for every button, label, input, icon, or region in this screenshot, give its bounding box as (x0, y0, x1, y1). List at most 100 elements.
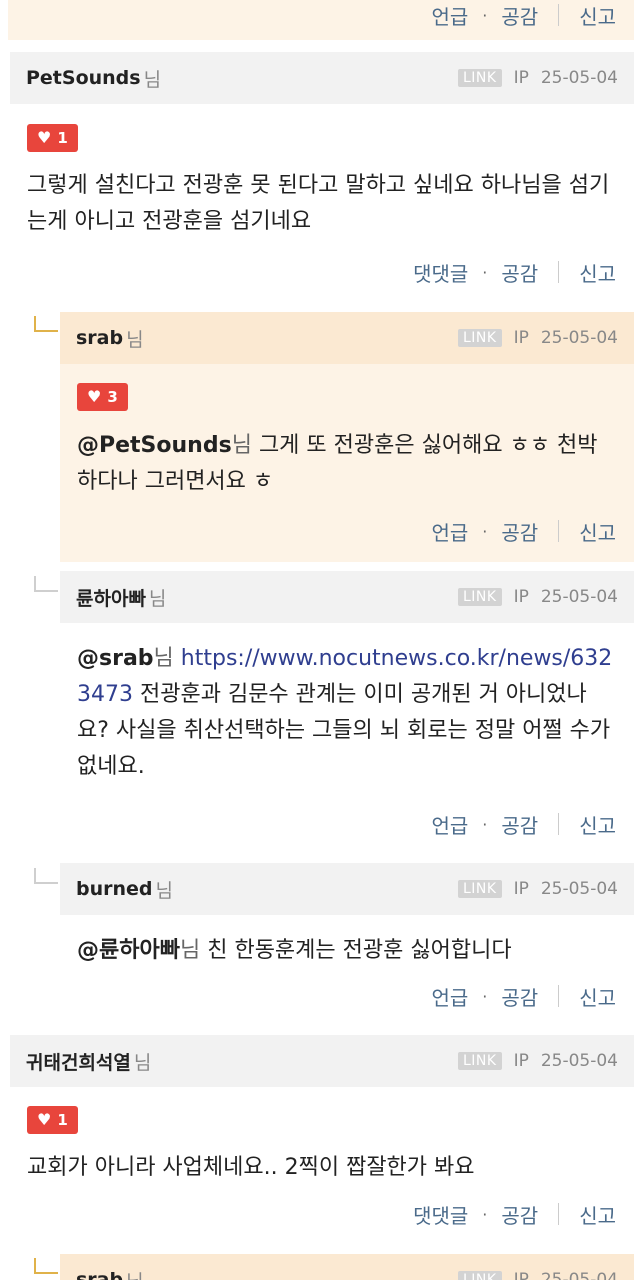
comment-author[interactable]: burned (76, 878, 153, 900)
empathy-button[interactable]: 공감 (501, 517, 538, 546)
mention-button[interactable]: 언급 (431, 810, 468, 839)
ip-label: IP (513, 328, 529, 348)
link-badge[interactable]: LINK (457, 1052, 502, 1070)
ip-label: IP (513, 879, 529, 899)
comment-body: 친 한동훈계는 전광훈 싫어합니다 (207, 938, 512, 963)
link-badge[interactable]: LINK (457, 69, 502, 87)
comment-meta: LINK IP 25-05-04 (457, 1051, 618, 1071)
honorific: 님 (148, 587, 167, 610)
heart-icon: ♥ (87, 387, 102, 406)
empathy-button[interactable]: 공감 (501, 810, 538, 839)
mention[interactable]: @PetSounds (77, 433, 232, 458)
like-count: 3 (107, 388, 118, 406)
link-badge[interactable]: LINK (457, 880, 502, 898)
comment-author[interactable]: 륜하아빠 (76, 584, 146, 611)
comment-meta: LINK IP 25-05-04 (457, 68, 618, 88)
honorific: 님 (231, 433, 252, 458)
empathy-button[interactable]: 공감 (501, 258, 538, 287)
heart-icon: ♥ (37, 1110, 52, 1129)
mention-button[interactable]: 언급 (431, 1, 468, 30)
separator-dot: · (482, 5, 488, 25)
separator-dot: · (482, 814, 488, 834)
comment-actions: 언급 · 공감 신고 (431, 808, 616, 840)
like-badge[interactable]: ♥ 1 (27, 1106, 78, 1134)
heart-icon: ♥ (37, 128, 52, 147)
comment-meta: LINK IP 25-05-04 (457, 1270, 618, 1280)
comment-text: @srab님 https://www.nocutnews.co.kr/news/… (77, 641, 617, 785)
comment-actions: 언급 · 공감 신고 (431, 980, 616, 1012)
comment-actions: 댓댓글 · 공감 신고 (413, 1198, 616, 1230)
divider (558, 520, 560, 542)
comment-text: 교회가 아니라 사업체네요.. 2찍이 짭잘한가 봐요 (27, 1155, 475, 1180)
reply-button[interactable]: 댓댓글 (413, 1200, 468, 1229)
mention[interactable]: @륜하아빠 (77, 938, 180, 963)
divider (558, 813, 560, 835)
divider (558, 4, 560, 26)
link-badge[interactable]: LINK (457, 588, 502, 606)
comment-meta: LINK IP 25-05-04 (457, 328, 618, 348)
honorific: 님 (126, 328, 144, 351)
honorific: 님 (133, 1051, 152, 1074)
reply-connector (34, 1258, 58, 1274)
comment-text: @륜하아빠님 친 한동훈계는 전광훈 싫어합니다 (77, 933, 617, 969)
mention[interactable]: @srab (77, 646, 154, 671)
like-count: 1 (57, 129, 68, 147)
link-badge[interactable]: LINK (457, 329, 502, 347)
comment-body: 전광훈과 김문수 관계는 이미 공개된 거 아니었나요? 사실을 취산선택하는 … (77, 682, 611, 779)
comment-text: 그렇게 설친다고 전광훈 못 된다고 말하고 싶네요 하나님을 섬기는게 아니고… (27, 173, 610, 234)
empathy-button[interactable]: 공감 (501, 1200, 538, 1229)
comment-date: 25-05-04 (540, 1051, 618, 1071)
report-button[interactable]: 신고 (579, 517, 616, 546)
divider (558, 261, 560, 283)
reply-connector (34, 868, 58, 884)
mention-button[interactable]: 언급 (431, 517, 468, 546)
empathy-button[interactable]: 공감 (501, 982, 538, 1011)
link-badge[interactable]: LINK (457, 1271, 502, 1280)
comment-author[interactable]: srab (76, 327, 123, 349)
like-badge[interactable]: ♥ 1 (27, 124, 78, 152)
comment-actions: 언급 · 공감 신고 (431, 515, 616, 547)
ip-label: IP (513, 1051, 529, 1071)
ip-label: IP (513, 587, 529, 607)
empathy-button[interactable]: 공감 (501, 1, 538, 30)
mention-button[interactable]: 언급 (431, 982, 468, 1011)
report-button[interactable]: 신고 (579, 258, 616, 287)
like-count: 1 (57, 1111, 68, 1129)
separator-dot: · (482, 262, 488, 282)
comment-date: 25-05-04 (540, 587, 618, 607)
honorific: 님 (179, 938, 201, 963)
comment-text: @PetSounds님 그게 또 전광훈은 싫어해요 ㅎㅎ 천박하다나 그러면서… (77, 428, 617, 500)
comment-meta: LINK IP 25-05-04 (457, 587, 618, 607)
separator-dot: · (482, 521, 488, 541)
comment-header: 륜하아빠 님 LINK IP 25-05-04 (60, 571, 634, 623)
comment-date: 25-05-04 (540, 879, 618, 899)
honorific: 님 (153, 646, 174, 671)
comment-author[interactable]: 귀태건희석열 (26, 1048, 131, 1075)
report-button[interactable]: 신고 (579, 1200, 616, 1229)
comment-header: burned 님 LINK IP 25-05-04 (60, 863, 634, 915)
ip-label: IP (513, 1270, 529, 1280)
comment-header: 귀태건희석열 님 LINK IP 25-05-04 (10, 1035, 634, 1087)
separator-dot: · (482, 986, 488, 1006)
reply-connector (34, 316, 58, 332)
comment-header: srab 님 LINK IP 25-05-04 (60, 312, 634, 364)
separator-dot: · (482, 1204, 488, 1224)
honorific: 님 (143, 68, 162, 91)
comment-header: srab 님 LINK IP 25-05-04 (60, 1254, 634, 1280)
comment-author[interactable]: srab (76, 1269, 123, 1280)
comment-date: 25-05-04 (540, 328, 618, 348)
like-badge[interactable]: ♥ 3 (77, 383, 128, 411)
report-button[interactable]: 신고 (579, 1, 616, 30)
comment-date: 25-05-04 (540, 1270, 618, 1280)
report-button[interactable]: 신고 (579, 810, 616, 839)
report-button[interactable]: 신고 (579, 982, 616, 1011)
divider (558, 1203, 560, 1225)
comment-date: 25-05-04 (540, 68, 618, 88)
comment-meta: LINK IP 25-05-04 (457, 879, 618, 899)
reply-button[interactable]: 댓댓글 (413, 258, 468, 287)
comment-author[interactable]: PetSounds (26, 67, 141, 89)
reply-connector (34, 576, 58, 592)
top-partial-actions: 언급 · 공감 신고 (431, 0, 616, 30)
comment-actions: 댓댓글 · 공감 신고 (413, 256, 616, 288)
divider (558, 985, 560, 1007)
